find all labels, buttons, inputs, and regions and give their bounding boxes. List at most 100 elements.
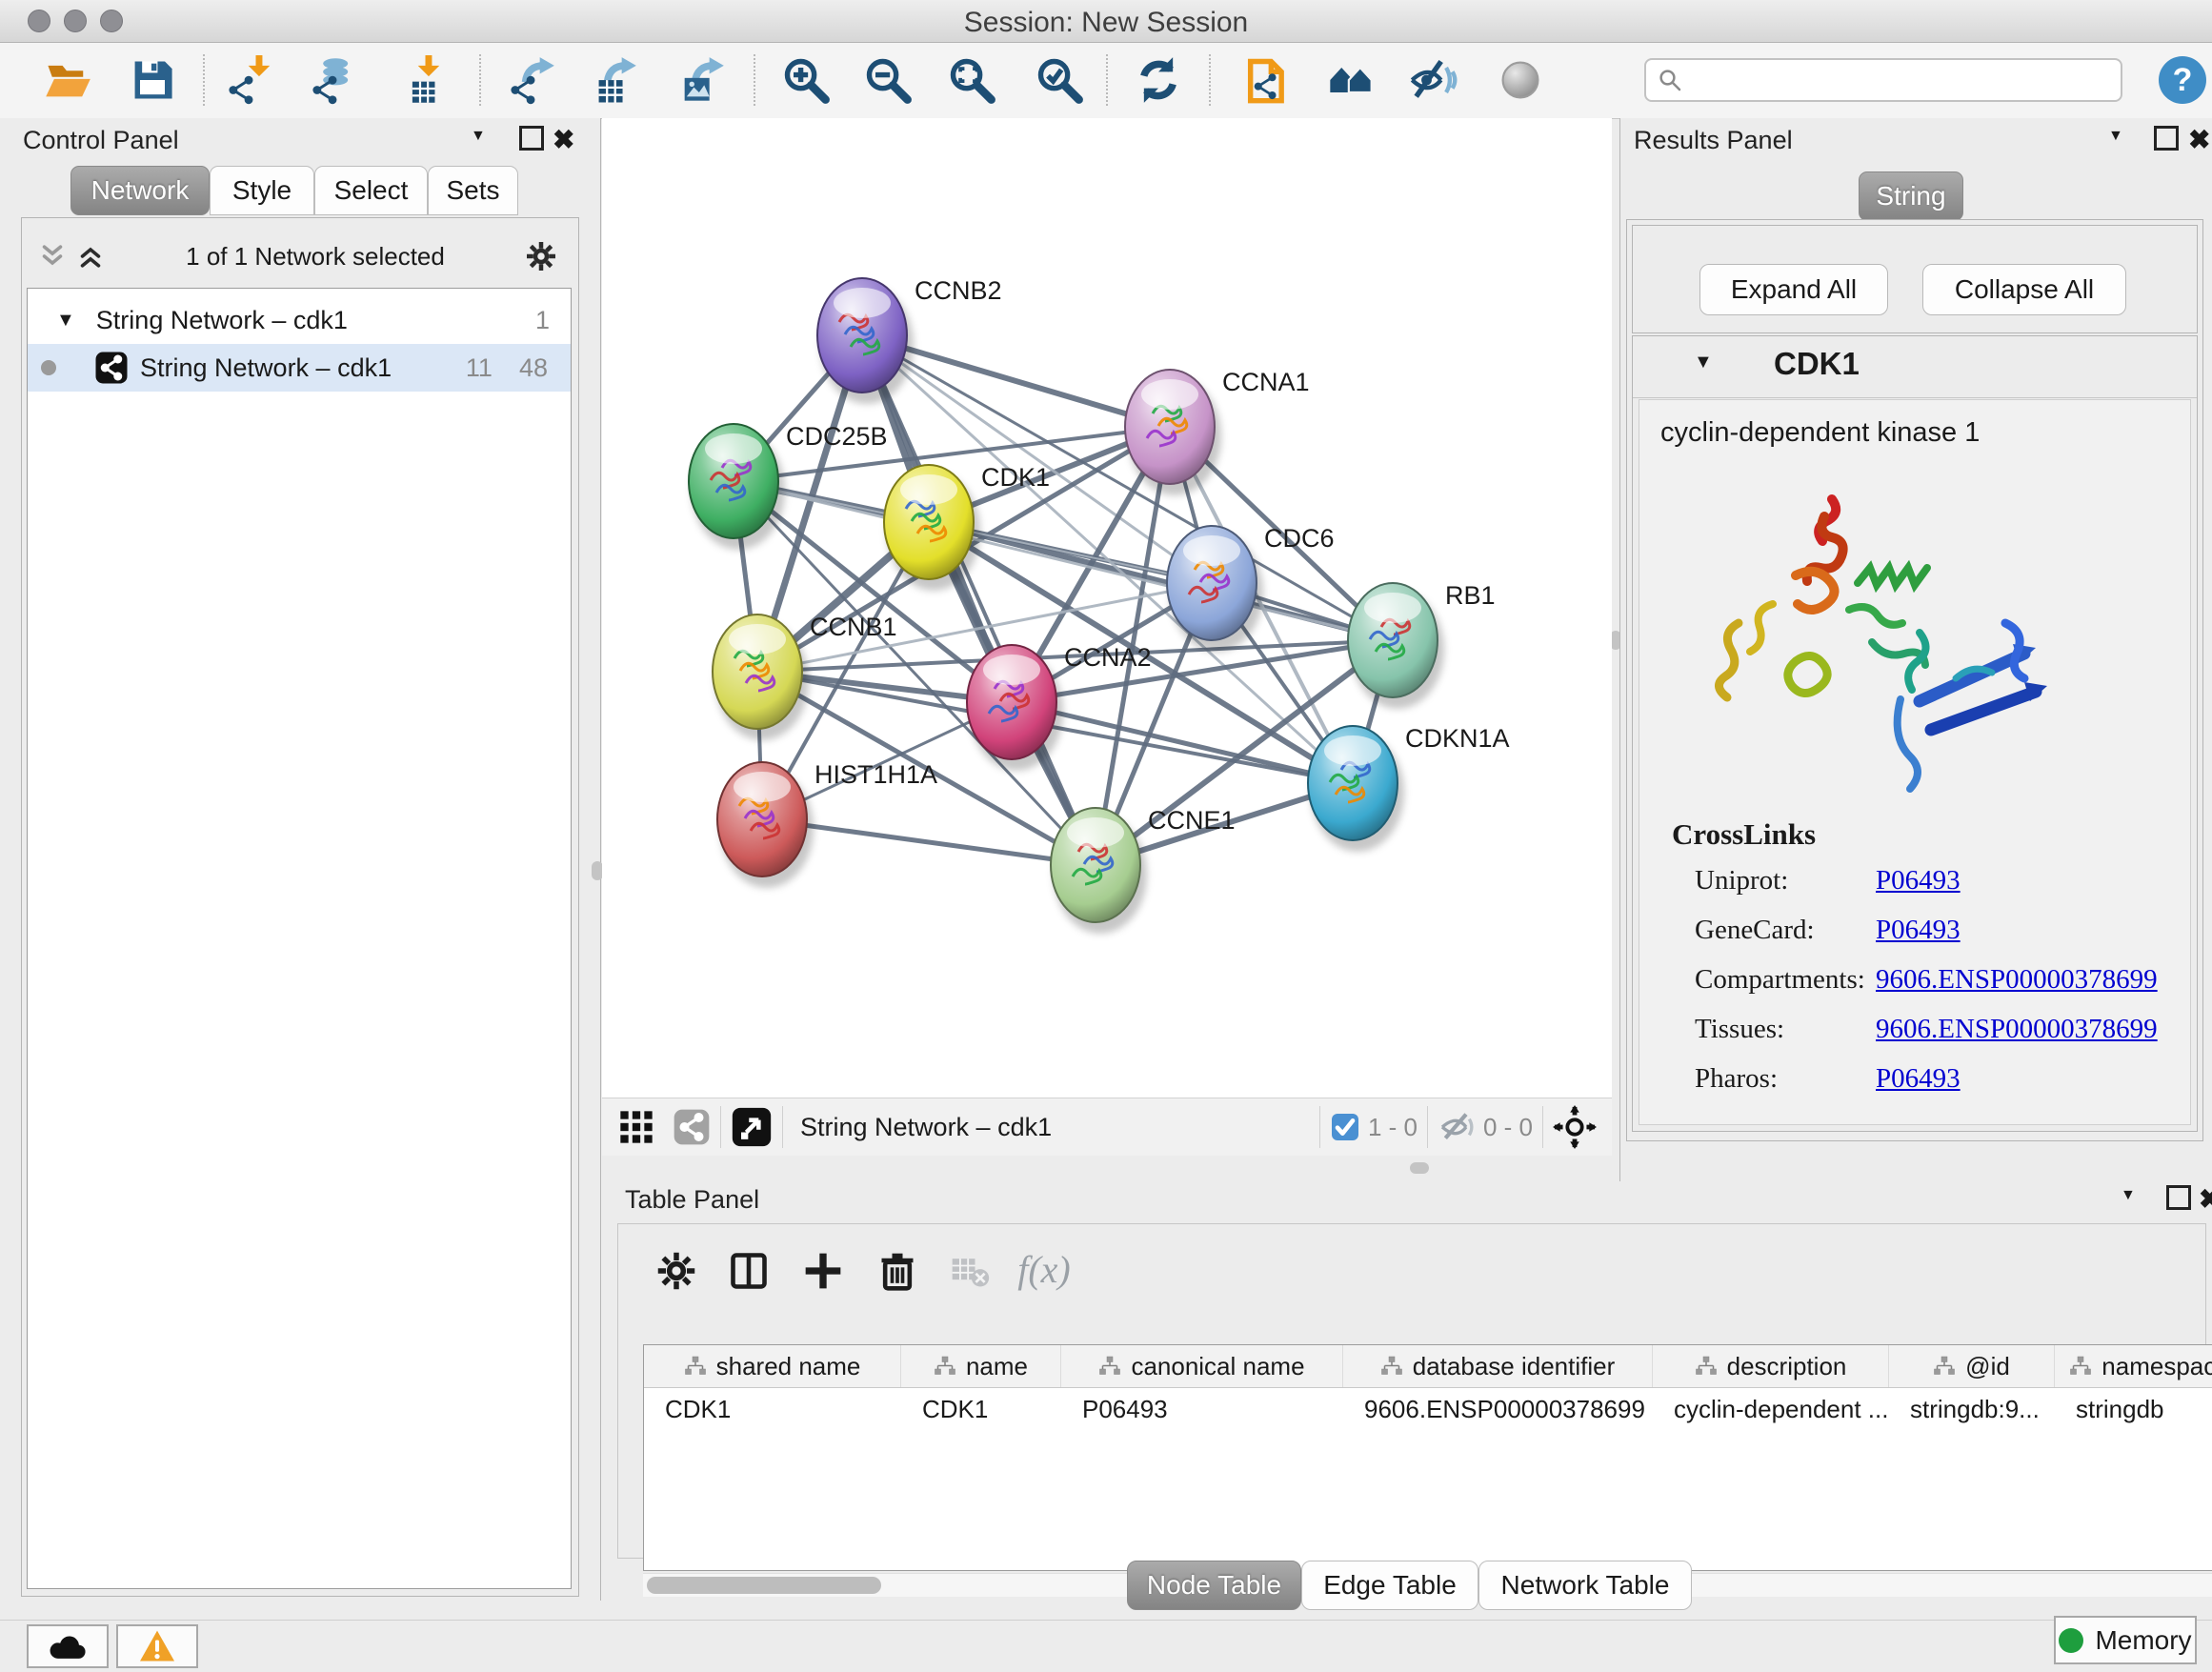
gene-section: ▼ CDK1 cyclin-dependent kinase 1	[1632, 335, 2198, 1132]
column-header-name[interactable]: name	[901, 1345, 1061, 1387]
control-panel-close-icon[interactable]: ✖	[553, 124, 574, 155]
expand-all-icon[interactable]	[74, 240, 107, 272]
tab-string[interactable]: String	[1859, 171, 1963, 221]
control-panel-menu-icon[interactable]: ▼	[471, 128, 486, 145]
selected-count: 1 - 0	[1368, 1113, 1418, 1142]
delete-column-trash-icon[interactable]	[868, 1241, 927, 1300]
network-node-HIST1H1A[interactable]: HIST1H1A	[717, 760, 937, 888]
gene-expander-icon[interactable]: ▼	[1694, 352, 1713, 373]
table-panel: Table Panel ▼ ✖ f(x) shared namenamecano…	[602, 1181, 2212, 1620]
crosslink-label-tissues: Tissues:	[1695, 1014, 1784, 1045]
results-panel-close-icon[interactable]: ✖	[2188, 124, 2210, 155]
crosslink-value-uniprot[interactable]: P06493	[1876, 865, 1961, 896]
tab-node-table[interactable]: Node Table	[1127, 1561, 1301, 1610]
control-panel-float-icon[interactable]	[519, 126, 544, 155]
cloud-button[interactable]	[27, 1624, 109, 1668]
string-network-icon	[94, 351, 129, 385]
search-box[interactable]	[1644, 58, 2122, 102]
zoom-in-icon[interactable]	[775, 50, 836, 111]
network-home-icon[interactable]	[1320, 50, 1381, 111]
search-input[interactable]	[1684, 66, 2098, 94]
zoom-out-icon[interactable]	[857, 50, 918, 111]
network-view-canvas[interactable]: CCNB2CCNA1CDC25BCDK1CDC6RB1CCNB1CCNA2CDK…	[602, 118, 1612, 1098]
export-network-icon[interactable]	[501, 50, 562, 111]
network-node-CCNA1[interactable]: CCNA1	[1125, 368, 1310, 495]
collapse-all-button[interactable]: Collapse All	[1922, 264, 2126, 315]
import-table-icon[interactable]	[389, 50, 450, 111]
expand-all-button[interactable]: Expand All	[1699, 264, 1888, 315]
show-panel-icon[interactable]	[1490, 50, 1551, 111]
node-label-CDC6: CDC6	[1264, 524, 1335, 553]
results-panel-title: Results Panel	[1634, 126, 1793, 154]
crosslink-value-genecard[interactable]: P06493	[1876, 915, 1961, 946]
warning-button[interactable]	[116, 1624, 198, 1668]
column-header-shared-name[interactable]: shared name	[644, 1345, 901, 1387]
crosslink-value-tissues[interactable]: 9606.ENSP00000378699	[1876, 1014, 2158, 1045]
share-document-icon[interactable]	[1237, 50, 1297, 111]
node-label-CDKN1A: CDKN1A	[1405, 724, 1510, 753]
export-image-icon[interactable]	[671, 50, 732, 111]
column-header-canonical-name[interactable]: canonical name	[1061, 1345, 1343, 1387]
scrollbar-thumb[interactable]	[647, 1577, 881, 1594]
show-column-icon[interactable]	[719, 1241, 778, 1300]
crosslink-label-genecard: GeneCard:	[1695, 915, 1815, 946]
network-options-gear-icon[interactable]	[524, 239, 558, 273]
crosslink-value-compartments[interactable]: 9606.ENSP00000378699	[1876, 964, 2158, 996]
network-node-CDK1[interactable]: CDK1	[884, 463, 1050, 591]
tab-select[interactable]: Select	[314, 166, 428, 215]
hidden-eye-icon[interactable]	[1438, 1108, 1476, 1146]
string-view-icon[interactable]	[673, 1108, 711, 1146]
function-builder-icon: f(x)	[1015, 1239, 1074, 1299]
grid-view-icon[interactable]	[617, 1108, 655, 1146]
export-table-icon[interactable]	[583, 50, 644, 111]
tab-edge-table[interactable]: Edge Table	[1301, 1561, 1478, 1610]
column-header-description[interactable]: description	[1653, 1345, 1889, 1387]
network-collection-row[interactable]: ▼ String Network – cdk1 1	[28, 296, 571, 344]
network-node-CCNE1[interactable]: CCNE1	[1051, 806, 1236, 934]
network-node-CDKN1A[interactable]: CDKN1A	[1308, 724, 1510, 852]
network-node-RB1[interactable]: RB1	[1348, 581, 1496, 709]
help-button[interactable]: ?	[2159, 56, 2206, 104]
control-panel-title: Control Panel	[23, 126, 179, 154]
network-node-CCNB2[interactable]: CCNB2	[817, 276, 1002, 404]
crosslink-value-pharos[interactable]: P06493	[1876, 1063, 1961, 1095]
column-header--id[interactable]: @id	[1889, 1345, 2055, 1387]
network-node-CDC25B[interactable]: CDC25B	[689, 422, 888, 550]
results-panel-float-icon[interactable]	[2154, 126, 2179, 155]
birds-eye-view-icon[interactable]	[731, 1106, 773, 1148]
selected-checkbox-icon[interactable]	[1330, 1112, 1360, 1142]
column-header-namespace[interactable]: namespace	[2055, 1345, 2212, 1387]
import-network-database-icon[interactable]	[303, 50, 364, 111]
tab-network[interactable]: Network	[70, 166, 210, 215]
import-network-icon[interactable]	[219, 50, 280, 111]
open-session-icon[interactable]	[37, 50, 98, 111]
status-bar: Memory	[0, 1620, 2212, 1672]
network-row[interactable]: String Network – cdk1 11 48	[28, 344, 571, 392]
tab-network-table[interactable]: Network Table	[1478, 1561, 1692, 1610]
refresh-icon[interactable]	[1128, 50, 1189, 111]
hidden-count: 0 - 0	[1483, 1113, 1533, 1142]
table-panel-close-icon[interactable]: ✖	[2199, 1183, 2212, 1215]
tab-sets[interactable]: Sets	[428, 166, 518, 215]
fit-content-crosshair-icon[interactable]	[1553, 1105, 1597, 1149]
column-header-database-identifier[interactable]: database identifier	[1343, 1345, 1653, 1387]
collapse-all-icon[interactable]	[36, 240, 69, 272]
tab-style[interactable]: Style	[210, 166, 314, 215]
node-table[interactable]: shared namenamecanonical namedatabase id…	[643, 1344, 2212, 1571]
save-session-icon[interactable]	[122, 50, 183, 111]
node-label-CCNA1: CCNA1	[1222, 368, 1310, 396]
results-panel-menu-icon[interactable]: ▼	[2108, 128, 2123, 145]
gene-description: cyclin-dependent kinase 1	[1660, 417, 1980, 449]
memory-button[interactable]: Memory	[2054, 1616, 2197, 1664]
collection-expander-icon[interactable]: ▼	[56, 310, 75, 332]
table-panel-float-icon[interactable]	[2166, 1185, 2191, 1215]
table-panel-menu-icon[interactable]: ▼	[2121, 1187, 2136, 1204]
network-node-CDC6[interactable]: CDC6	[1167, 524, 1335, 652]
table-settings-gear-icon[interactable]	[647, 1241, 706, 1300]
table-row[interactable]: CDK1CDK1P064939606.ENSP00000378699cyclin…	[644, 1388, 2212, 1430]
hide-unhide-icon[interactable]	[1402, 50, 1463, 111]
zoom-selected-icon[interactable]	[1029, 50, 1090, 111]
zoom-fit-icon[interactable]	[941, 50, 1002, 111]
bottom-splitter-handle[interactable]	[1410, 1162, 1429, 1174]
add-column-icon[interactable]	[794, 1241, 853, 1300]
